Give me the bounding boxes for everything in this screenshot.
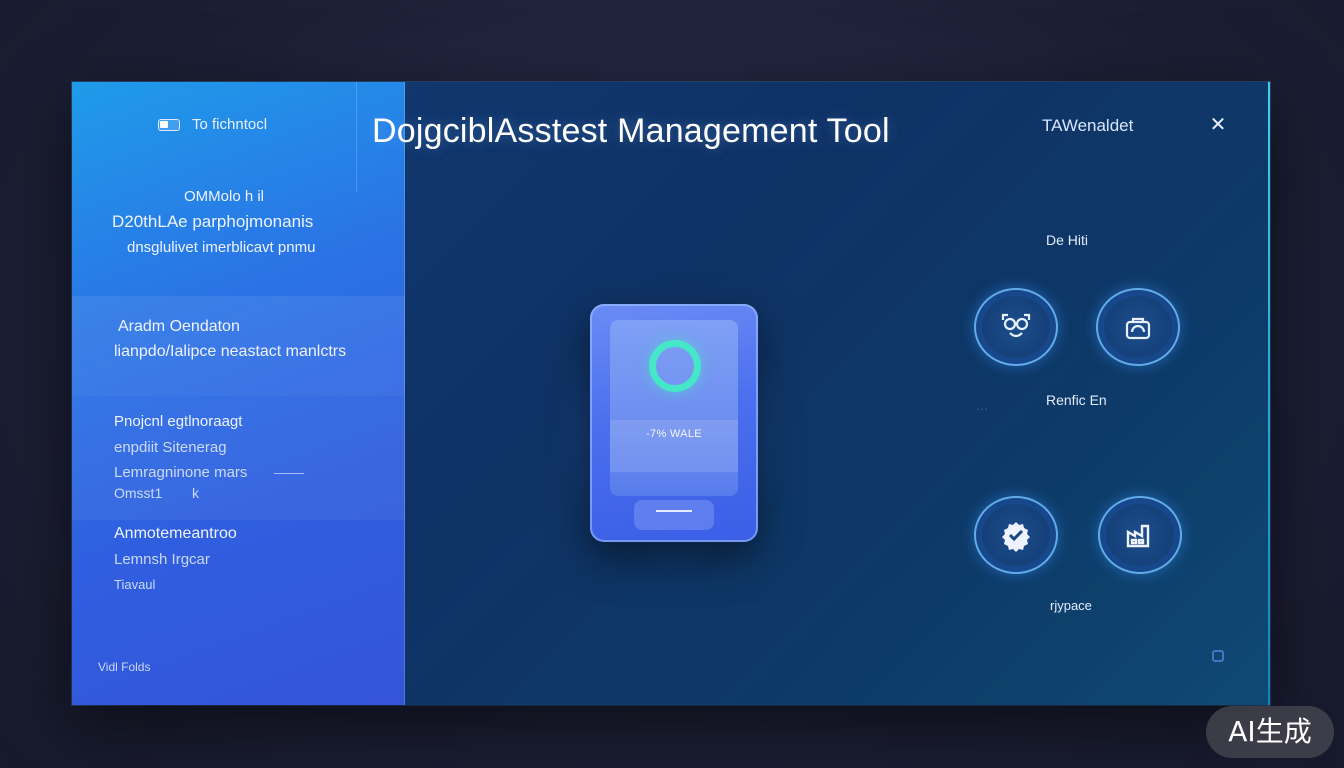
- sidebar-item-organization[interactable]: Aradm Oendaton: [118, 318, 240, 336]
- app-window: To fichntocl OMMolo h il D20thLAe parpho…: [72, 82, 1270, 705]
- sidebar-footer[interactable]: Vidl Folds: [98, 660, 150, 674]
- panel-heading: De Hiti: [1046, 232, 1089, 248]
- sidebar-text: enpdiit Sitenerag: [114, 439, 227, 456]
- sidebar-text: lianpdo/Ialipce neastact manlctrs: [114, 343, 347, 360]
- close-icon: ✕: [1209, 114, 1227, 136]
- sidebar-text: Tiavaul: [114, 577, 156, 592]
- device-card[interactable]: -7% WALE: [590, 304, 758, 542]
- panel-heading: rjypace: [1050, 598, 1092, 613]
- sidebar-header[interactable]: To fichntocl: [158, 116, 267, 133]
- ai-generated-badge: AI生成: [1206, 706, 1334, 758]
- camera-lock-button[interactable]: [1096, 288, 1180, 366]
- close-button[interactable]: ✕: [1206, 114, 1230, 136]
- gear-check-button[interactable]: [974, 496, 1058, 574]
- camera-lock-icon: [1125, 317, 1151, 340]
- sidebar: To fichntocl OMMolo h il D20thLAe parpho…: [72, 82, 405, 705]
- face-scan-button[interactable]: [974, 288, 1058, 366]
- backdrop: To fichntocl OMMolo h il D20thLAe parpho…: [0, 0, 1344, 768]
- device-screen: -7% WALE: [610, 320, 738, 496]
- device-label: -7% WALE: [646, 428, 702, 440]
- face-scan-icon: [1001, 313, 1031, 338]
- factory-icon: [1126, 524, 1150, 548]
- grid-icon[interactable]: [1212, 650, 1224, 662]
- sidebar-text: D20thLAe parphojmonanis: [112, 212, 314, 231]
- ring-icon: [649, 340, 701, 392]
- header-right-label[interactable]: TAWenaldet: [1042, 116, 1133, 136]
- sidebar-text: Lemragninone mars: [114, 464, 248, 481]
- sidebar-item-project[interactable]: Pnojcnl egtlnoraagt: [114, 413, 242, 430]
- gear-check-icon: [1002, 522, 1030, 552]
- sidebar-text: k: [192, 485, 199, 501]
- sidebar-text: Lemnsh Irgcar: [114, 551, 210, 568]
- faint-label: ⋯: [976, 402, 988, 416]
- panel-heading: Renfic En: [1046, 392, 1107, 408]
- sidebar-item-automation[interactable]: Anmotemeantroo: [114, 525, 237, 543]
- divider: [274, 473, 304, 474]
- sidebar-text: dnsglulivet imerblicavt pnmu: [127, 239, 316, 256]
- factory-button[interactable]: [1098, 496, 1182, 574]
- page-title: DojgciblAsstest Management Tool: [372, 112, 890, 150]
- sidebar-header-label: To fichntocl: [192, 116, 268, 133]
- sidebar-divider: [356, 82, 357, 192]
- sidebar-text: OMMolo h il: [184, 188, 265, 205]
- sidebar-text: Omsst1: [114, 485, 163, 501]
- device-base[interactable]: [634, 500, 714, 530]
- toggle-icon[interactable]: [158, 118, 180, 131]
